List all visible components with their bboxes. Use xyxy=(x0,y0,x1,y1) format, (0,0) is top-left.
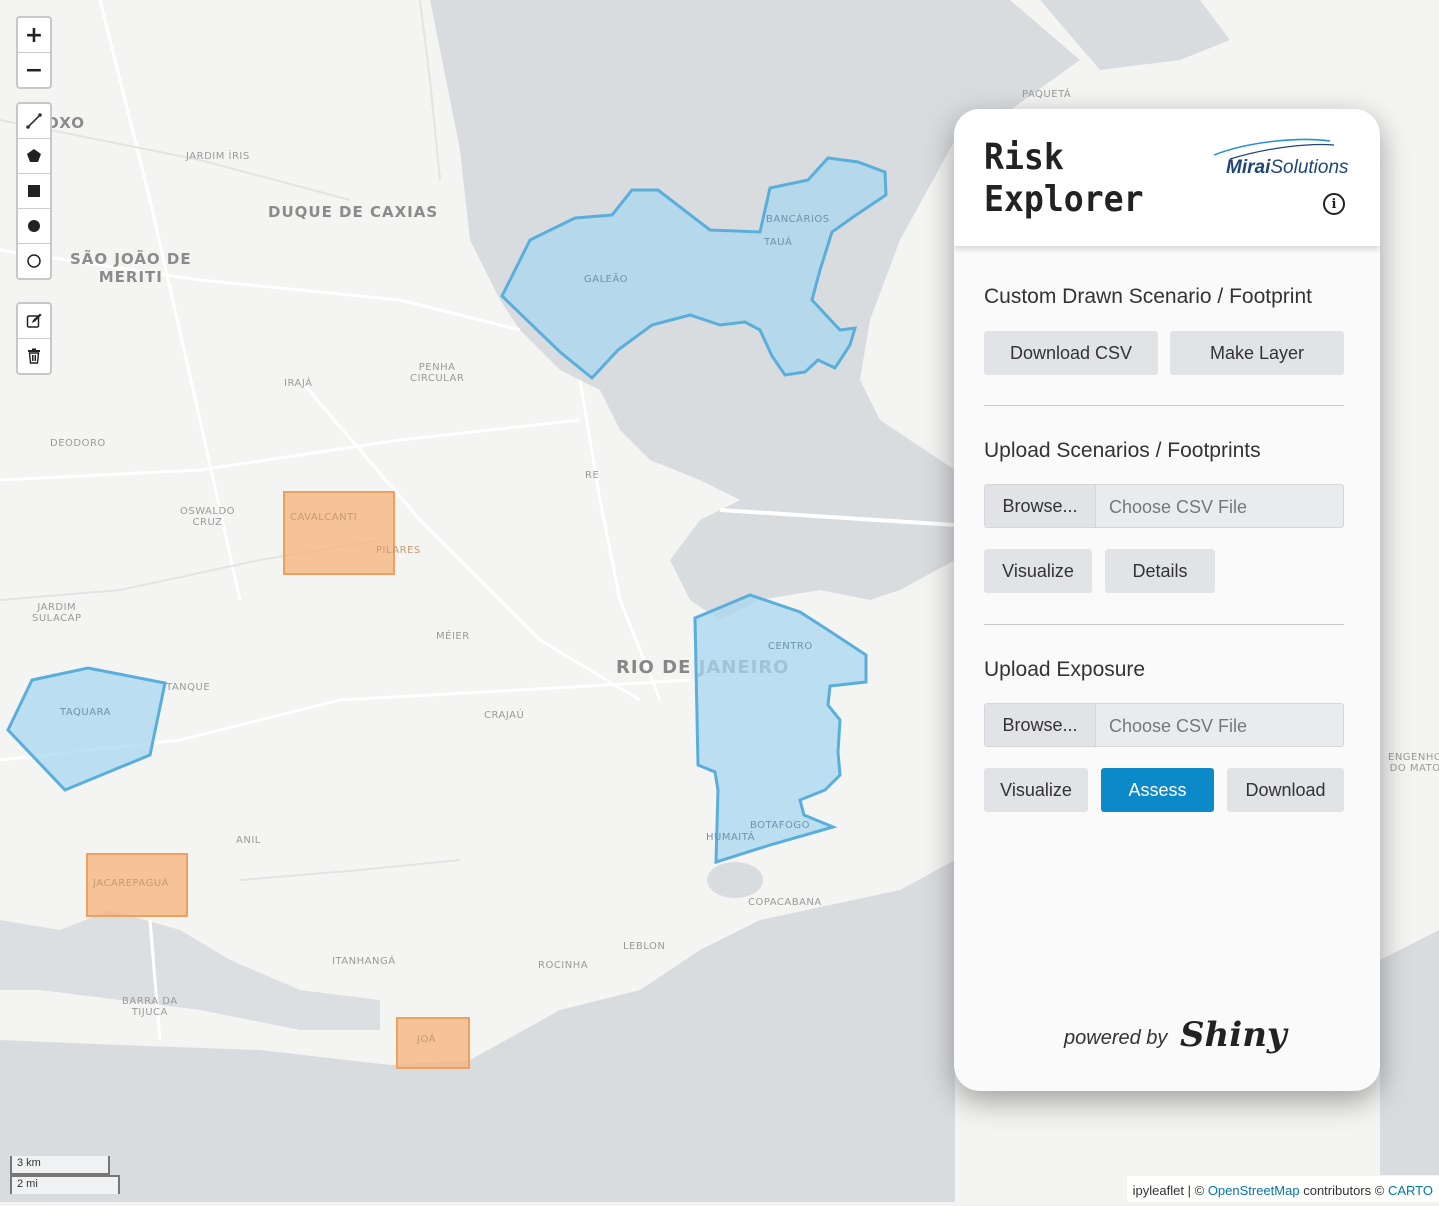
download-csv-button[interactable]: Download CSV xyxy=(984,331,1158,375)
scale-km: 3 km xyxy=(10,1156,110,1175)
circle-icon xyxy=(27,254,41,268)
label-taquara: TAQUARA xyxy=(60,707,111,718)
exposure-download-button[interactable]: Download xyxy=(1227,768,1344,812)
section-custom-drawn-title: Custom Drawn Scenario / Footprint xyxy=(984,285,1312,308)
label-centro: CENTRO xyxy=(768,641,813,652)
zoom-in-button[interactable]: + xyxy=(18,18,50,53)
attribution-contributors: contributors © xyxy=(1303,1183,1385,1198)
attribution-copyright: © xyxy=(1194,1183,1205,1198)
label-taua: TAUÁ xyxy=(764,237,793,248)
draw-polyline-button[interactable] xyxy=(18,104,50,139)
edit-layers-button[interactable] xyxy=(18,304,50,339)
polygon-icon xyxy=(27,149,41,162)
attribution-separator: | xyxy=(1187,1183,1191,1198)
section-upload-scenarios-title: Upload Scenarios / Footprints xyxy=(984,439,1261,462)
exposure-visualize-button[interactable]: Visualize xyxy=(984,768,1088,812)
powered-by-label: powered by xyxy=(1064,1027,1168,1049)
delete-layers-button[interactable] xyxy=(18,339,50,373)
draw-toolbar xyxy=(16,102,52,280)
scenario-visualize-button[interactable]: Visualize xyxy=(984,549,1092,593)
exposure-file-placeholder: Choose CSV File xyxy=(1109,716,1248,736)
shiny-logo: Shiny xyxy=(1180,1015,1287,1055)
footprint-polygon-taquara[interactable] xyxy=(6,666,167,792)
scale-mi: 2 mi xyxy=(10,1175,120,1194)
draw-rectangle-button[interactable] xyxy=(18,174,50,209)
scenario-details-button[interactable]: Details xyxy=(1105,549,1215,593)
panel-header: Risk Explorer MiraiSolutions i xyxy=(954,109,1380,246)
label-jacarepagua: JACAREPAGUÁ xyxy=(93,878,169,889)
rectangle-icon xyxy=(28,185,40,197)
trash-icon xyxy=(28,348,40,364)
edit-toolbar xyxy=(16,302,52,375)
label-humaita: HUMAITÁ xyxy=(706,832,755,843)
draw-circle-marker-button[interactable] xyxy=(18,209,50,244)
scenario-browse-button[interactable]: Browse... xyxy=(985,485,1096,527)
carto-link[interactable]: CARTO xyxy=(1388,1183,1433,1198)
draw-circle-button[interactable] xyxy=(18,244,50,278)
osm-link[interactable]: OpenStreetMap xyxy=(1208,1183,1300,1198)
polyline-icon xyxy=(26,113,42,129)
attribution: ipyleaflet | © OpenStreetMap contributor… xyxy=(1126,1176,1439,1202)
info-icon[interactable]: i xyxy=(1323,193,1345,215)
edit-icon xyxy=(26,313,42,328)
scenario-file-input[interactable]: Browse... Choose CSV File xyxy=(984,484,1344,528)
divider xyxy=(984,405,1344,406)
make-layer-button[interactable]: Make Layer xyxy=(1170,331,1344,375)
label-cavalcanti: CAVALCANTI xyxy=(290,512,358,523)
logo-suffix: Solutions xyxy=(1270,157,1349,178)
label-pilares: PILARES xyxy=(376,545,421,556)
footprint-polygon-galeao[interactable] xyxy=(500,156,888,381)
label-botafogo: BOTAFOGO xyxy=(750,820,810,831)
exposure-browse-button[interactable]: Browse... xyxy=(985,704,1096,746)
logo-brand: Mirai xyxy=(1226,157,1271,178)
logo-text: MiraiSolutions xyxy=(1226,157,1349,179)
app-title: Risk Explorer xyxy=(984,137,1144,220)
assess-button[interactable]: Assess xyxy=(1101,768,1214,812)
label-bancarios: BANCÁRIOS xyxy=(766,214,830,225)
zoom-out-button[interactable]: − xyxy=(18,53,50,87)
divider xyxy=(984,624,1344,625)
circle-marker-icon xyxy=(28,220,40,232)
scenario-file-placeholder: Choose CSV File xyxy=(1109,497,1248,517)
draw-polygon-button[interactable] xyxy=(18,139,50,174)
section-upload-exposure-title: Upload Exposure xyxy=(984,658,1146,681)
risk-explorer-panel: Risk Explorer MiraiSolutions i Custom Dr… xyxy=(954,109,1380,1091)
label-joa: JOÁ xyxy=(417,1034,436,1045)
label-galeao: GALEÃO xyxy=(584,274,629,285)
exposure-file-input[interactable]: Browse... Choose CSV File xyxy=(984,703,1344,747)
mirai-solutions-logo: MiraiSolutions xyxy=(1210,135,1356,179)
footprint-rect-cavalcanti[interactable] xyxy=(283,491,395,575)
attribution-prefix: ipyleaflet xyxy=(1132,1183,1184,1198)
zoom-control: + − xyxy=(16,16,52,89)
